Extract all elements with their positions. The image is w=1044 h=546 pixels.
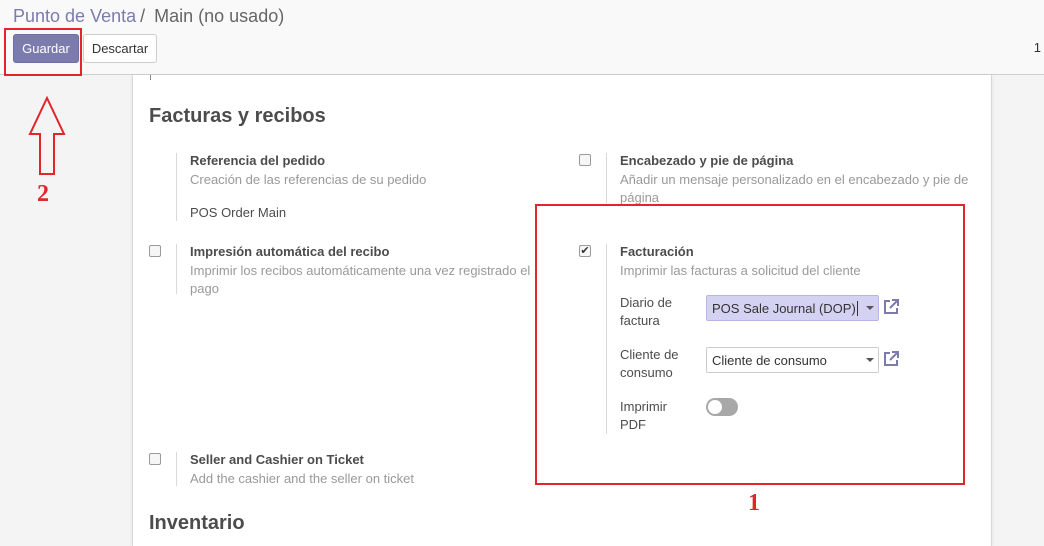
invoice-journal-value: POS Sale Journal (DOP) <box>712 300 856 316</box>
annotation-number-1: 1 <box>748 490 760 516</box>
breadcrumb-separator: / <box>140 6 146 26</box>
discard-button[interactable]: Descartar <box>83 34 157 63</box>
setting-title: Seller and Cashier on Ticket <box>190 452 364 467</box>
toggle-knob <box>708 400 722 414</box>
external-link-icon[interactable] <box>881 349 901 369</box>
setting-order-reference: Referencia del pedido Creación de las re… <box>149 153 569 223</box>
divider <box>150 75 151 80</box>
pager[interactable]: 1 <box>1034 40 1041 55</box>
external-link-icon[interactable] <box>881 297 901 317</box>
breadcrumb: Punto de Venta / Main (no usado) <box>13 6 284 27</box>
setting-description: Creación de las referencias de su pedido <box>190 172 427 187</box>
section-title-invoices: Facturas y recibos <box>149 105 326 127</box>
setting-divider <box>606 244 607 434</box>
save-button[interactable]: Guardar <box>13 34 79 63</box>
caret-down-icon[interactable] <box>866 358 874 362</box>
caret-down-icon[interactable] <box>866 306 874 310</box>
seller-cashier-checkbox[interactable] <box>149 453 161 465</box>
consumer-customer-label: Cliente de consumo <box>620 347 679 380</box>
up-arrow-icon <box>28 96 66 175</box>
setting-description: Add the cashier and the seller on ticket <box>190 471 415 486</box>
print-pdf-label: Imprimir PDF <box>620 399 667 432</box>
annotation-number-2: 2 <box>37 181 49 207</box>
section-title-inventory: Inventario <box>149 512 245 534</box>
setting-divider <box>176 452 177 486</box>
setting-divider <box>606 153 607 203</box>
invoice-journal-label: Diario de factura <box>620 295 673 328</box>
setting-title: Facturación <box>620 244 694 259</box>
print-pdf-toggle[interactable] <box>706 398 738 416</box>
form-sheet: Facturas y recibos Referencia del pedido… <box>132 75 992 546</box>
breadcrumb-parent-link[interactable]: Punto de Venta <box>13 6 136 26</box>
control-panel: Punto de Venta / Main (no usado) Guardar … <box>0 0 1044 75</box>
setting-title: Referencia del pedido <box>190 153 326 168</box>
breadcrumb-current: Main (no usado) <box>154 6 285 26</box>
setting-auto-print: Impresión automática del recibo Imprimir… <box>149 244 569 296</box>
header-footer-checkbox[interactable] <box>579 154 591 166</box>
consumer-customer-select[interactable]: Cliente de consumo <box>706 347 879 373</box>
invoice-journal-select[interactable]: POS Sale Journal (DOP) <box>706 295 879 321</box>
order-reference-value: POS Order Main <box>190 205 287 220</box>
consumer-customer-value: Cliente de consumo <box>712 352 827 368</box>
setting-divider <box>176 153 177 221</box>
setting-description: Imprimir las facturas a solicitud del cl… <box>620 263 861 278</box>
setting-seller-cashier: Seller and Cashier on Ticket Add the cas… <box>149 452 569 486</box>
setting-title: Impresión automática del recibo <box>190 244 390 259</box>
invoicing-checkbox[interactable]: ✔ <box>579 245 591 257</box>
setting-description: Añadir un mensaje personalizado en el en… <box>620 172 969 205</box>
setting-title: Encabezado y pie de página <box>620 153 794 168</box>
setting-invoicing: ✔ Facturación Imprimir las facturas a so… <box>579 244 979 436</box>
auto-print-checkbox[interactable] <box>149 245 161 257</box>
text-cursor <box>856 300 858 316</box>
setting-header-footer: Encabezado y pie de página Añadir un men… <box>579 153 979 205</box>
setting-divider <box>176 244 177 294</box>
setting-description: Imprimir los recibos automáticamente una… <box>190 263 531 296</box>
